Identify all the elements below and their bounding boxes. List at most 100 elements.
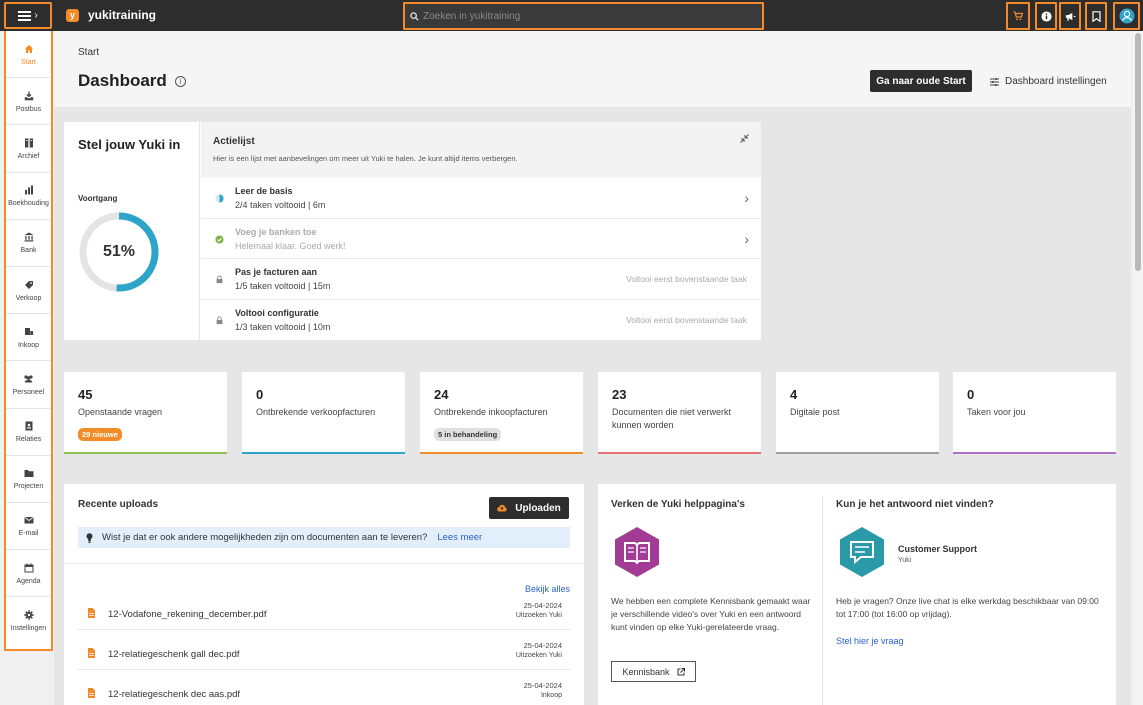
uploads-title: Recente uploads — [78, 499, 159, 510]
search-input[interactable] — [423, 10, 743, 22]
hamburger-icon — [18, 9, 32, 23]
yuki-logo-icon: y — [66, 8, 79, 22]
stat-card-documenten[interactable]: 23 Documenten die niet verwerkt kunnen w… — [598, 372, 761, 454]
support-sub: Yuki — [898, 557, 912, 564]
upload-info-banner: Wist je dat er ook andere mogelijkheden … — [78, 527, 570, 548]
scrollbar[interactable] — [1133, 31, 1143, 705]
stat-accent-bar — [64, 452, 227, 454]
dashboard-settings-link[interactable]: Dashboard instellingen — [990, 76, 1107, 87]
sidebar-item-relaties[interactable]: Relaties — [6, 409, 51, 456]
sidebar-item-inkoop[interactable]: Inkoop — [6, 314, 51, 362]
sidebar-item-bank[interactable]: Bank — [6, 220, 51, 267]
task-row: Pas je facturen aan 1/5 taken voltooid |… — [201, 259, 761, 300]
stat-card-digitale-post[interactable]: 4 Digitale post — [776, 372, 939, 454]
folder-icon — [23, 467, 35, 479]
upload-button[interactable]: Uploaden — [489, 497, 569, 519]
chevron-right-icon: › — [744, 230, 749, 247]
old-start-button[interactable]: Ga naar oude Start — [870, 70, 972, 92]
stat-accent-bar — [420, 452, 583, 454]
half-circle-icon — [215, 194, 224, 203]
scrollbar-thumb[interactable] — [1135, 33, 1141, 271]
ask-question-link[interactable]: Stel hier je vraag — [836, 636, 904, 646]
check-circle-icon — [215, 234, 224, 244]
sidebar-item-archief[interactable]: Archief — [6, 125, 51, 173]
brand[interactable]: y yukitraining — [66, 8, 156, 22]
book-icon — [615, 527, 659, 577]
main-content: Start Dashboard i Ga naar oude Start Das… — [54, 31, 1131, 705]
info-button[interactable] — [1035, 2, 1057, 30]
sidebar-item-instellingen[interactable]: Instellingen — [6, 597, 51, 644]
lightbulb-icon — [86, 532, 93, 543]
file-icon — [88, 608, 95, 618]
tag-icon — [23, 279, 35, 291]
upload-file-row[interactable]: 12-relatiegeschenk dec aas.pdf 25-04-202… — [78, 680, 570, 705]
sidebar-item-boekhouding[interactable]: Boekhouding — [6, 173, 51, 220]
calendar-icon — [23, 562, 35, 574]
file-icon — [88, 648, 95, 658]
contact-icon — [23, 420, 35, 432]
setup-progress-panel: Stel jouw Yuki in Voortgang 51% — [64, 122, 200, 340]
sidebar-item-email[interactable]: E-mail — [6, 503, 51, 551]
help-pages-text: We hebben een complete Kennisbank gemaak… — [611, 596, 811, 632]
chevron-right-icon: › — [744, 190, 749, 206]
setup-card: Stel jouw Yuki in Voortgang 51% Actielij… — [64, 122, 761, 340]
task-row[interactable]: Leer de basis 2/4 taken voltooid | 6m › — [201, 178, 761, 219]
chat-icon — [840, 527, 884, 577]
info-icon[interactable]: i — [174, 75, 186, 87]
task-row: Voltooi configuratie 1/3 taken voltooid … — [201, 300, 761, 341]
external-link-icon — [677, 667, 685, 675]
announcements-button[interactable] — [1059, 2, 1081, 30]
sidebar-item-projecten[interactable]: Projecten — [6, 456, 51, 503]
stat-card-taken[interactable]: 0 Taken voor jou — [953, 372, 1116, 454]
view-all-link[interactable]: Bekijk alles — [525, 584, 570, 594]
sidebar-item-verkoop[interactable]: Verkoop — [6, 267, 51, 315]
action-list: Actielijst Hier is een lijst met aanbeve… — [201, 122, 761, 340]
read-more-link[interactable]: Lees meer — [437, 532, 482, 543]
recent-uploads-card: Recente uploads Uploaden Wist je dat er … — [64, 484, 584, 705]
breadcrumb[interactable]: Start — [78, 47, 99, 58]
knowledge-base-button[interactable]: Kennisbank — [611, 661, 696, 682]
stat-accent-bar — [776, 452, 939, 454]
stat-accent-bar — [598, 452, 761, 454]
bookmark-button[interactable] — [1085, 2, 1107, 30]
status-badge: 29 nieuwe — [78, 428, 122, 441]
stat-card-inkoopfacturen[interactable]: 24 Ontbrekende inkoopfacturen 5 in behan… — [420, 372, 583, 454]
sidebar-item-agenda[interactable]: Agenda — [6, 550, 51, 598]
locked-hint: Voltooi eerst bovenstaande taak — [626, 314, 747, 325]
stat-card-verkoopfacturen[interactable]: 0 Ontbrekende verkoopfacturen — [242, 372, 405, 454]
status-badge: 5 in behandeling — [434, 428, 502, 441]
home-icon — [23, 43, 35, 55]
locked-hint: Voltooi eerst bovenstaande taak — [626, 274, 747, 284]
support-title: Kun je het antwoord niet vinden? — [836, 499, 994, 510]
sidebar-item-personeel[interactable]: Personeel — [6, 361, 51, 409]
setup-title: Stel jouw Yuki in — [78, 137, 181, 152]
page-title: Dashboard i — [78, 71, 186, 91]
upload-file-row[interactable]: 12-Vodafone_rekening_december.pdf 25-04-… — [78, 600, 570, 630]
inbox-icon — [23, 90, 35, 102]
lock-icon — [216, 275, 223, 284]
support-name: Customer Support — [898, 544, 978, 554]
upload-file-row[interactable]: 12-relatiegeschenk gall dec.pdf 25-04-20… — [78, 640, 570, 670]
stat-card-openstaande-vragen[interactable]: 45 Openstaande vragen 29 nieuwe — [64, 372, 227, 454]
page-header: Start Dashboard i Ga naar oude Start Das… — [54, 31, 1131, 107]
sidebar-item-postbus[interactable]: Postbus — [6, 78, 51, 126]
sidebar-item-start[interactable]: Start — [6, 31, 51, 79]
bank-icon — [23, 231, 35, 243]
megaphone-icon — [1065, 12, 1076, 21]
search-box[interactable] — [403, 2, 764, 30]
menu-toggle-button[interactable]: › — [4, 2, 52, 29]
action-list-subtitle: Hier is een lijst met aanbevelingen om m… — [213, 154, 518, 163]
user-profile-button[interactable] — [1113, 2, 1140, 30]
collapse-icon[interactable] — [740, 134, 749, 143]
task-row[interactable]: Voeg je banken toe Helemaal klaar. Goed … — [201, 219, 761, 259]
stat-accent-bar — [953, 452, 1116, 454]
top-bar: › y yukitraining — [0, 0, 1143, 31]
cart-icon — [23, 326, 35, 338]
chevron-right-icon: › — [34, 10, 38, 21]
support-text: Heb je vragen? Onze live chat is elke we… — [836, 596, 1099, 619]
help-card: Verken de Yuki helppagina's We hebben ee… — [598, 484, 1116, 705]
archive-icon — [23, 137, 35, 149]
divider — [64, 563, 584, 564]
cart-button[interactable] — [1006, 2, 1030, 30]
file-icon — [88, 688, 95, 698]
